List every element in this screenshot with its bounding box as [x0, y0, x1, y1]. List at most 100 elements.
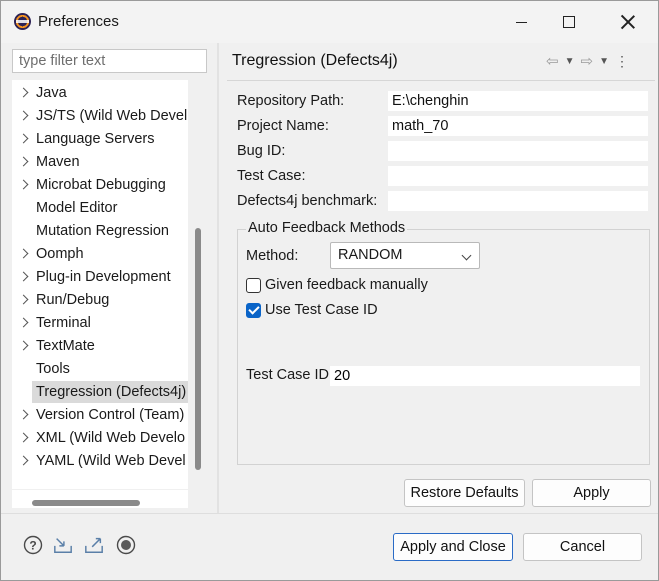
apply-and-close-button[interactable]: Apply and Close: [393, 533, 513, 561]
record-icon[interactable]: [116, 535, 136, 555]
project-name-label: Project Name:: [237, 118, 329, 134]
tree-item-textmate[interactable]: TextMate: [12, 335, 188, 357]
given-feedback-checkbox[interactable]: [246, 278, 261, 293]
preferences-window: Preferences Java JS/TS (Wild Web Devel L…: [0, 0, 659, 581]
method-label: Method:: [246, 248, 299, 264]
tree-item-label: Tools: [36, 361, 70, 377]
chevron-right-icon[interactable]: [19, 156, 29, 166]
chevron-right-icon[interactable]: [19, 179, 29, 189]
restore-defaults-button[interactable]: Restore Defaults: [404, 479, 525, 507]
forward-arrow-icon[interactable]: ⇨: [580, 52, 593, 70]
tree-item-yaml[interactable]: YAML (Wild Web Devel: [12, 450, 188, 472]
tree-item-label: TextMate: [36, 338, 95, 354]
tree-item-label: JS/TS (Wild Web Devel: [36, 108, 188, 124]
tree-item-label: Language Servers: [36, 131, 155, 147]
tree-item-terminal[interactable]: Terminal: [12, 312, 188, 334]
tree-item-label: Microbat Debugging: [36, 177, 166, 193]
preference-tree: Java JS/TS (Wild Web Devel Language Serv…: [12, 80, 188, 489]
tree-item-tregression[interactable]: Tregression (Defects4j): [12, 381, 188, 403]
close-button[interactable]: [605, 1, 651, 43]
chevron-right-icon[interactable]: [19, 110, 29, 120]
test-case-id-label: Test Case ID: [246, 367, 329, 383]
project-name-field[interactable]: [388, 116, 648, 136]
method-select[interactable]: RANDOM: [330, 242, 480, 269]
tree-horizontal-scrollbar[interactable]: [32, 500, 140, 506]
header-separator: [227, 80, 655, 81]
tree-item-mutation-regression[interactable]: Mutation Regression: [12, 220, 188, 242]
bug-id-field[interactable]: [388, 141, 648, 161]
page-title: Tregression (Defects4j): [232, 52, 398, 69]
tree-item-label: Terminal: [36, 315, 91, 331]
window-title: Preferences: [38, 13, 119, 30]
tree-item-oomph[interactable]: Oomph: [12, 243, 188, 265]
test-case-label: Test Case:: [237, 168, 306, 184]
test-case-id-field[interactable]: [330, 366, 640, 386]
use-test-case-checkbox[interactable]: [246, 303, 261, 318]
test-case-field[interactable]: [388, 166, 648, 186]
help-icon[interactable]: ?: [23, 535, 43, 555]
chevron-right-icon[interactable]: [19, 271, 29, 281]
tree-item-label: Java: [36, 85, 67, 101]
defects4j-benchmark-label: Defects4j benchmark:: [237, 193, 378, 209]
eclipse-icon: [14, 13, 31, 30]
auto-feedback-group-label: Auto Feedback Methods: [246, 220, 408, 236]
tree-item-plug-in-development[interactable]: Plug-in Development: [12, 266, 188, 288]
use-test-case-label[interactable]: Use Test Case ID: [265, 302, 378, 318]
tree-item-label: XML (Wild Web Develo: [36, 430, 186, 446]
chevron-right-icon[interactable]: [19, 294, 29, 304]
chevron-down-icon[interactable]: ▼: [565, 56, 575, 67]
tree-item-maven[interactable]: Maven: [12, 151, 188, 173]
minimize-button[interactable]: [498, 1, 544, 43]
tree-item-language-servers[interactable]: Language Servers: [12, 128, 188, 150]
tree-item-label: Tregression (Defects4j): [32, 381, 188, 403]
tree-item-version-control[interactable]: Version Control (Team): [12, 404, 188, 426]
cancel-button[interactable]: Cancel: [523, 533, 642, 561]
tree-item-label: Version Control (Team): [36, 407, 185, 423]
import-icon[interactable]: [53, 535, 73, 555]
tree-item-label: Oomph: [36, 246, 84, 262]
chevron-right-icon[interactable]: [19, 455, 29, 465]
chevron-right-icon[interactable]: [19, 133, 29, 143]
tree-item-tools[interactable]: Tools: [12, 358, 188, 380]
chevron-right-icon[interactable]: [19, 317, 29, 327]
svg-text:?: ?: [29, 539, 36, 553]
chevron-right-icon[interactable]: [19, 87, 29, 97]
export-icon[interactable]: [84, 535, 104, 555]
tree-item-xml[interactable]: XML (Wild Web Develo: [12, 427, 188, 449]
given-feedback-label[interactable]: Given feedback manually: [265, 277, 428, 293]
apply-button[interactable]: Apply: [532, 479, 651, 507]
repository-path-label: Repository Path:: [237, 93, 345, 109]
tree-item-label: Plug-in Development: [36, 269, 171, 285]
tree-item-label: YAML (Wild Web Devel: [36, 453, 186, 469]
defects4j-benchmark-field[interactable]: [388, 191, 648, 211]
auto-feedback-group: Auto Feedback Methods Method: RANDOM Giv…: [237, 220, 650, 465]
bug-id-label: Bug ID:: [237, 143, 286, 159]
tree-item-run-debug[interactable]: Run/Debug: [12, 289, 188, 311]
chevron-right-icon[interactable]: [19, 248, 29, 258]
chevron-down-icon[interactable]: ▼: [599, 56, 609, 67]
tree-item-model-editor[interactable]: Model Editor: [12, 197, 188, 219]
tree-item-js-ts[interactable]: JS/TS (Wild Web Devel: [12, 105, 188, 127]
chevron-down-icon: [461, 250, 472, 261]
chevron-right-icon[interactable]: [19, 340, 29, 350]
method-select-value: RANDOM: [338, 247, 403, 263]
tree-item-label: Mutation Regression: [36, 223, 169, 239]
preference-navigation: Java JS/TS (Wild Web Devel Language Serv…: [1, 43, 217, 513]
tree-item-microbat-debugging[interactable]: Microbat Debugging: [12, 174, 188, 196]
tree-item-java[interactable]: Java: [12, 82, 188, 104]
tree-item-label: Run/Debug: [36, 292, 110, 308]
back-arrow-icon[interactable]: ⇦: [546, 52, 559, 70]
repository-path-field[interactable]: [388, 91, 648, 111]
dialog-button-bar: ? Apply and Close Cancel: [1, 514, 658, 580]
chevron-right-icon[interactable]: [19, 432, 29, 442]
page-navigation: ⇦ ▼ ⇨ ▼ ⋮: [546, 52, 629, 71]
chevron-right-icon[interactable]: [19, 409, 29, 419]
maximize-button[interactable]: [546, 1, 592, 43]
tree-item-label: Maven: [36, 154, 80, 170]
filter-input[interactable]: [12, 49, 207, 73]
preference-page: Tregression (Defects4j) ⇦ ▼ ⇨ ▼ ⋮ Reposi…: [219, 43, 658, 513]
close-icon: [621, 15, 635, 29]
view-menu-icon[interactable]: ⋮: [615, 53, 629, 70]
tree-vertical-scrollbar[interactable]: [195, 228, 201, 470]
title-bar: Preferences: [1, 1, 658, 43]
